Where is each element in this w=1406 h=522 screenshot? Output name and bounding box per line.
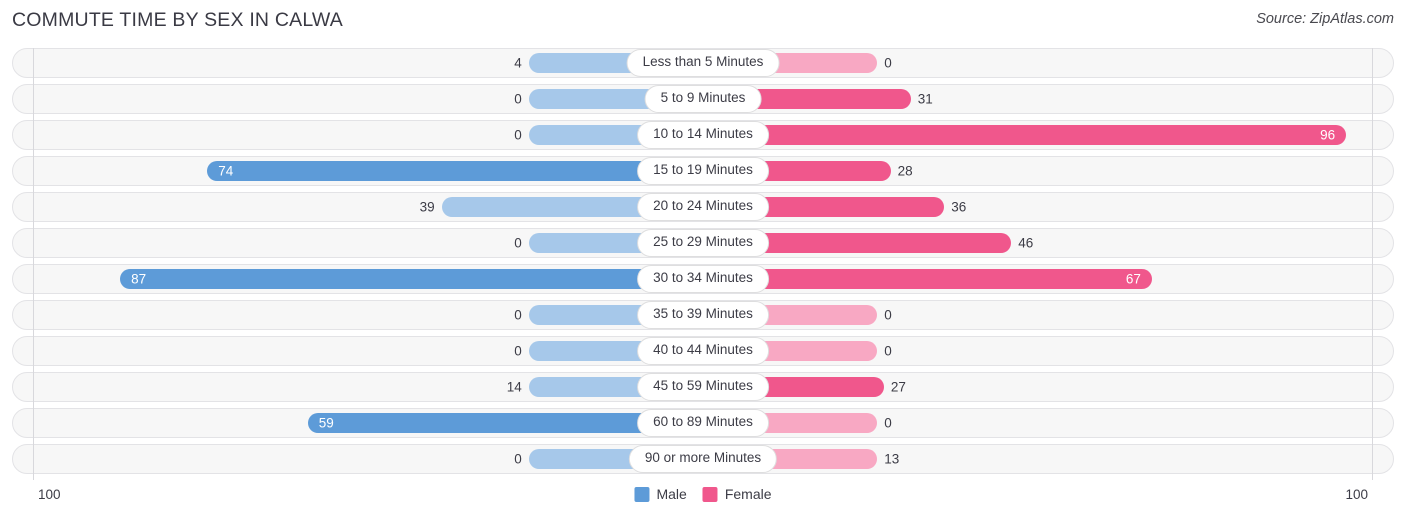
category-label: 60 to 89 Minutes [637,409,769,437]
row-bars: 39 36 20 to 24 Minutes [33,193,1373,221]
female-bar: 67 [703,269,1152,289]
female-value-label: 0 [884,415,892,431]
female-value-label: 0 [884,307,892,323]
commute-time-chart: COMMUTE TIME BY SEX IN CALWA Source: Zip… [0,0,1406,522]
category-label: 5 to 9 Minutes [644,85,762,113]
legend-item-label: Male [656,486,687,502]
table-row: 0 46 25 to 29 Minutes [12,228,1394,258]
square-swatch-icon [702,486,718,502]
table-row: 74 28 15 to 19 Minutes [12,156,1394,186]
male-value-label: 0 [514,451,522,467]
row-bars: 0 31 5 to 9 Minutes [33,85,1373,113]
table-row: 0 0 35 to 39 Minutes [12,300,1394,330]
row-bars: 0 0 40 to 44 Minutes [33,337,1373,365]
row-bars: 4 0 Less than 5 Minutes [33,49,1373,77]
row-bars: 74 28 15 to 19 Minutes [33,157,1373,185]
axis-line-left [33,48,34,480]
table-row: 4 0 Less than 5 Minutes [12,48,1394,78]
male-value-label: 74 [218,163,234,179]
source-attribution: Source: ZipAtlas.com [1256,11,1394,27]
male-value-label: 39 [419,199,435,215]
chart-header: COMMUTE TIME BY SEX IN CALWA Source: Zip… [0,0,1406,42]
female-value-label: 96 [1320,127,1336,143]
category-label: 35 to 39 Minutes [637,301,769,329]
female-value-label: 31 [917,91,933,107]
category-label: 45 to 59 Minutes [637,373,769,401]
table-row: 87 67 30 to 34 Minutes [12,264,1394,294]
category-label: 20 to 24 Minutes [637,193,769,221]
row-bars: 0 13 90 or more Minutes [33,445,1373,473]
chart-legend: Male Female [634,486,772,502]
female-value-label: 0 [884,343,892,359]
female-value-label: 27 [890,379,906,395]
female-value-label: 0 [884,55,892,71]
table-row: 14 27 45 to 59 Minutes [12,372,1394,402]
female-value-label: 67 [1125,271,1141,287]
row-bars: 0 96 10 to 14 Minutes [33,121,1373,149]
male-bar: 87 [120,269,703,289]
row-bars: 0 0 35 to 39 Minutes [33,301,1373,329]
table-row: 0 0 40 to 44 Minutes [12,336,1394,366]
legend-item-female[interactable]: Female [702,486,772,502]
row-bars: 0 46 25 to 29 Minutes [33,229,1373,257]
category-label: 40 to 44 Minutes [637,337,769,365]
axis-tick-right: 100 [1345,487,1368,502]
table-row: 59 0 60 to 89 Minutes [12,408,1394,438]
row-bars: 59 0 60 to 89 Minutes [33,409,1373,437]
male-value-label: 0 [514,235,522,251]
square-swatch-icon [634,486,650,502]
male-value-label: 4 [514,55,522,71]
chart-footer: 100 100 Male Female [12,484,1394,512]
category-label: 15 to 19 Minutes [637,157,769,185]
row-bars: 14 27 45 to 59 Minutes [33,373,1373,401]
row-bars: 87 67 30 to 34 Minutes [33,265,1373,293]
female-value-label: 28 [897,163,913,179]
category-label: 25 to 29 Minutes [637,229,769,257]
female-bar: 96 [703,125,1347,145]
category-label: 30 to 34 Minutes [637,265,769,293]
male-value-label: 59 [318,415,334,431]
table-row: 0 31 5 to 9 Minutes [12,84,1394,114]
legend-item-male[interactable]: Male [634,486,687,502]
male-value-label: 0 [514,127,522,143]
axis-line-right [1372,48,1373,480]
male-value-label: 0 [514,307,522,323]
male-value-label: 87 [131,271,147,287]
female-value-label: 36 [951,199,967,215]
category-label: Less than 5 Minutes [626,49,780,77]
male-bar: 74 [207,161,703,181]
axis-tick-left: 100 [38,487,61,502]
table-row: 39 36 20 to 24 Minutes [12,192,1394,222]
legend-item-label: Female [724,486,772,502]
category-label: 90 or more Minutes [628,445,778,473]
bar-rows: 4 0 Less than 5 Minutes 0 31 5 to 9 Minutes 0 9… [12,48,1394,480]
male-value-label: 14 [506,379,522,395]
male-value-label: 0 [514,91,522,107]
category-label: 10 to 14 Minutes [637,121,769,149]
page-title: COMMUTE TIME BY SEX IN CALWA [12,9,344,31]
female-value-label: 13 [884,451,900,467]
table-row: 0 13 90 or more Minutes [12,444,1394,474]
table-row: 0 96 10 to 14 Minutes [12,120,1394,150]
plot-area: 4 0 Less than 5 Minutes 0 31 5 to 9 Minutes 0 9… [12,48,1394,480]
female-value-label: 46 [1018,235,1034,251]
male-value-label: 0 [514,343,522,359]
